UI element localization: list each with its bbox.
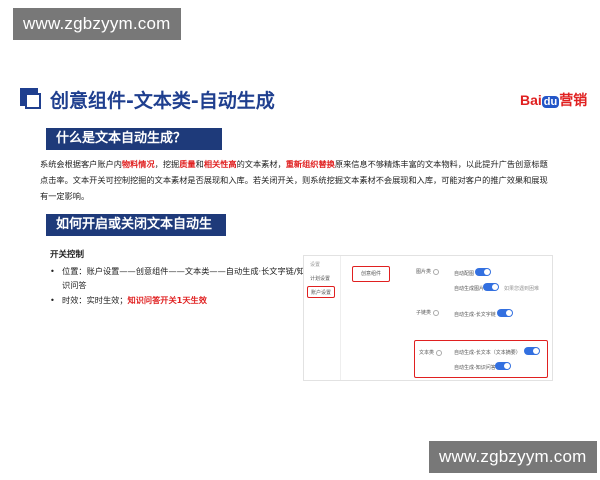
image-auto-gen-toggle[interactable] [483, 283, 499, 291]
paragraph-text: 的文本素材， [236, 159, 286, 169]
control-bullets: 位置：账户设置——创意组件——文本类——自动生成·长文字链/知识问答 时效：实时… [50, 264, 305, 308]
watermark-top: www.zgbzyym.com [13, 8, 181, 40]
text-auto-long-toggle[interactable] [524, 347, 540, 355]
text-category-label: 文本类 [419, 349, 442, 356]
highlight-text: 相关性高 [203, 159, 237, 169]
image-auto-gen-label: 自动生成图片 [454, 286, 485, 292]
text-auto-qa-toggle[interactable] [495, 362, 511, 370]
slide-title: 创意组件-文本类-自动生成 [50, 90, 275, 112]
image-note: 如果您遇到困难 [504, 286, 540, 292]
settings-sidebar: 设置 计划设置 账户设置 [304, 256, 341, 380]
sidebar-title: 设置 [310, 262, 321, 268]
description-paragraph: 系统会根据客户账户内物料情况，挖掘质量和相关性高的文本素材，重新组织替换原来信息… [40, 156, 555, 204]
paragraph-text: 和 [195, 159, 204, 169]
info-icon [432, 268, 439, 275]
baidu-marketing-logo: Bai du 营销 [520, 92, 588, 108]
settings-screenshot: 设置 计划设置 账户设置 创意组件 图片类 自动配图 自动生成图片 如果您遇到困… [303, 255, 553, 381]
sublink-auto-toggle[interactable] [497, 309, 513, 317]
paragraph-text: 系统会根据客户账户内 [40, 159, 122, 169]
highlight-text: 重新组织替换 [285, 159, 335, 169]
highlight-text: 质量 [179, 159, 196, 169]
image-auto-match-label: 自动配图 [454, 271, 475, 277]
image-auto-match-toggle[interactable] [475, 268, 491, 276]
timing-highlight: 知识问答开关1天生效 [127, 295, 207, 305]
section-heading-how: 如何开启或关闭文本自动生成？ [46, 214, 226, 254]
highlight-text: 物料情况 [121, 159, 155, 169]
image-category-label: 图片类 [416, 268, 439, 275]
text-auto-qa-label: 自动生成-知识问答 [454, 365, 496, 371]
tab-creative-components[interactable]: 创意组件 [352, 266, 390, 282]
switch-control-title: 开关控制 [50, 250, 85, 260]
watermark-bottom: www.zgbzyym.com [429, 441, 597, 473]
info-icon [435, 349, 442, 356]
text-auto-long-label: 自动生成-长文本（文本摘要） [454, 350, 521, 356]
info-icon [432, 309, 439, 316]
sidebar-item-plan[interactable]: 计划设置 [310, 275, 330, 282]
bullet-location: 位置：账户设置——创意组件——文本类——自动生成·长文字链/知识问答 [50, 264, 305, 292]
sidebar-item-account[interactable]: 账户设置 [307, 286, 335, 298]
text-category-highlight-box [414, 340, 548, 378]
section-heading-what: 什么是文本自动生成？ [46, 128, 222, 150]
paragraph-text: ，挖掘 [154, 159, 180, 169]
bullet-timing: 时效：实时生效；知识问答开关1天生效 [50, 293, 305, 307]
sublink-auto-label: 自动生成-长文字链 [454, 312, 496, 318]
sublink-category-label: 子链类 [416, 309, 439, 316]
title-square-icon [20, 88, 41, 109]
